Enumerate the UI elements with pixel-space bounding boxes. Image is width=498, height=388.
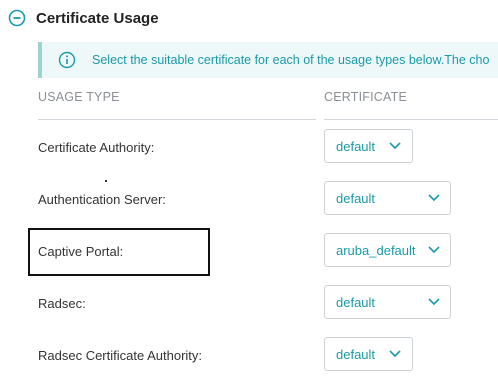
row-label-captive-portal: Captive Portal: bbox=[38, 244, 124, 259]
authentication-server-select[interactable]: default bbox=[324, 181, 451, 215]
select-value: aruba_default bbox=[336, 243, 416, 258]
row-label-authentication-server: Authentication Server: bbox=[38, 192, 166, 207]
row-label-radsec: Radsec: bbox=[38, 296, 86, 311]
chevron-down-icon bbox=[428, 298, 440, 306]
info-banner: Select the suitable certificate for each… bbox=[38, 42, 498, 78]
select-value: default bbox=[336, 347, 376, 362]
info-text: Select the suitable certificate for each… bbox=[92, 53, 490, 67]
section-title: Certificate Usage bbox=[36, 9, 159, 27]
select-value: default bbox=[336, 191, 376, 206]
select-value: default bbox=[336, 139, 376, 154]
column-header-certificate: CERTIFICATE bbox=[324, 90, 407, 104]
certificate-authority-select[interactable]: default bbox=[324, 129, 413, 163]
divider bbox=[324, 119, 498, 120]
chevron-down-icon bbox=[389, 142, 401, 150]
radsec-select[interactable]: default bbox=[324, 285, 451, 319]
captive-portal-select[interactable]: aruba_default bbox=[324, 233, 451, 267]
radsec-certificate-authority-select[interactable]: default bbox=[324, 337, 413, 371]
certificate-usage-panel: Certificate Usage Select the suitable ce… bbox=[0, 0, 498, 388]
divider bbox=[38, 119, 316, 120]
chevron-down-icon bbox=[428, 194, 440, 202]
minus-circle-icon[interactable] bbox=[8, 9, 26, 27]
column-header-usage-type: USAGE TYPE bbox=[38, 90, 120, 104]
chevron-down-icon bbox=[389, 350, 401, 358]
section-header[interactable]: Certificate Usage bbox=[8, 6, 159, 30]
select-value: default bbox=[336, 295, 376, 310]
stray-dot bbox=[105, 180, 107, 182]
chevron-down-icon bbox=[428, 246, 440, 254]
row-label-certificate-authority: Certificate Authority: bbox=[38, 140, 155, 155]
info-circle-icon bbox=[58, 51, 76, 69]
row-label-radsec-certificate-authority: Radsec Certificate Authority: bbox=[38, 348, 203, 363]
